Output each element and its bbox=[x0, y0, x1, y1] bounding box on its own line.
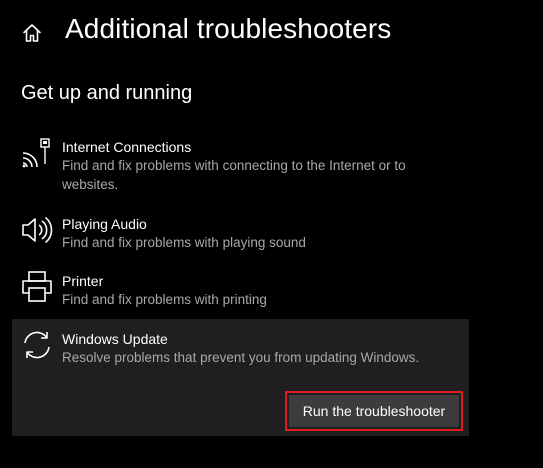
wifi-internet-icon bbox=[20, 136, 54, 170]
speaker-icon bbox=[20, 213, 54, 247]
page-header: Additional troubleshooters bbox=[0, 0, 543, 64]
section-heading: Get up and running bbox=[21, 82, 193, 104]
run-troubleshooter-button[interactable]: Run the troubleshooter bbox=[285, 391, 463, 431]
sync-icon bbox=[20, 328, 54, 362]
item-title: Playing Audio bbox=[62, 216, 147, 232]
troubleshooter-internet-connections[interactable]: Internet Connections Find and fix proble… bbox=[12, 136, 469, 196]
troubleshooter-printer[interactable]: Printer Find and fix problems with print… bbox=[12, 270, 469, 310]
item-description: Find and fix problems with playing sound bbox=[62, 235, 306, 250]
printer-icon bbox=[20, 270, 54, 304]
item-description: Find and fix problems with printing bbox=[62, 292, 267, 307]
run-troubleshooter-label: Run the troubleshooter bbox=[289, 395, 459, 427]
item-description: Find and fix problems with connecting to… bbox=[62, 158, 406, 192]
item-title: Printer bbox=[62, 273, 104, 289]
item-title: Windows Update bbox=[62, 331, 168, 347]
home-button[interactable] bbox=[19, 20, 45, 46]
item-title: Internet Connections bbox=[62, 139, 192, 155]
troubleshooter-playing-audio[interactable]: Playing Audio Find and fix problems with… bbox=[12, 213, 469, 253]
item-description: Resolve problems that prevent you from u… bbox=[62, 350, 420, 365]
page-title: Additional troubleshooters bbox=[65, 13, 392, 44]
home-icon bbox=[23, 24, 41, 42]
